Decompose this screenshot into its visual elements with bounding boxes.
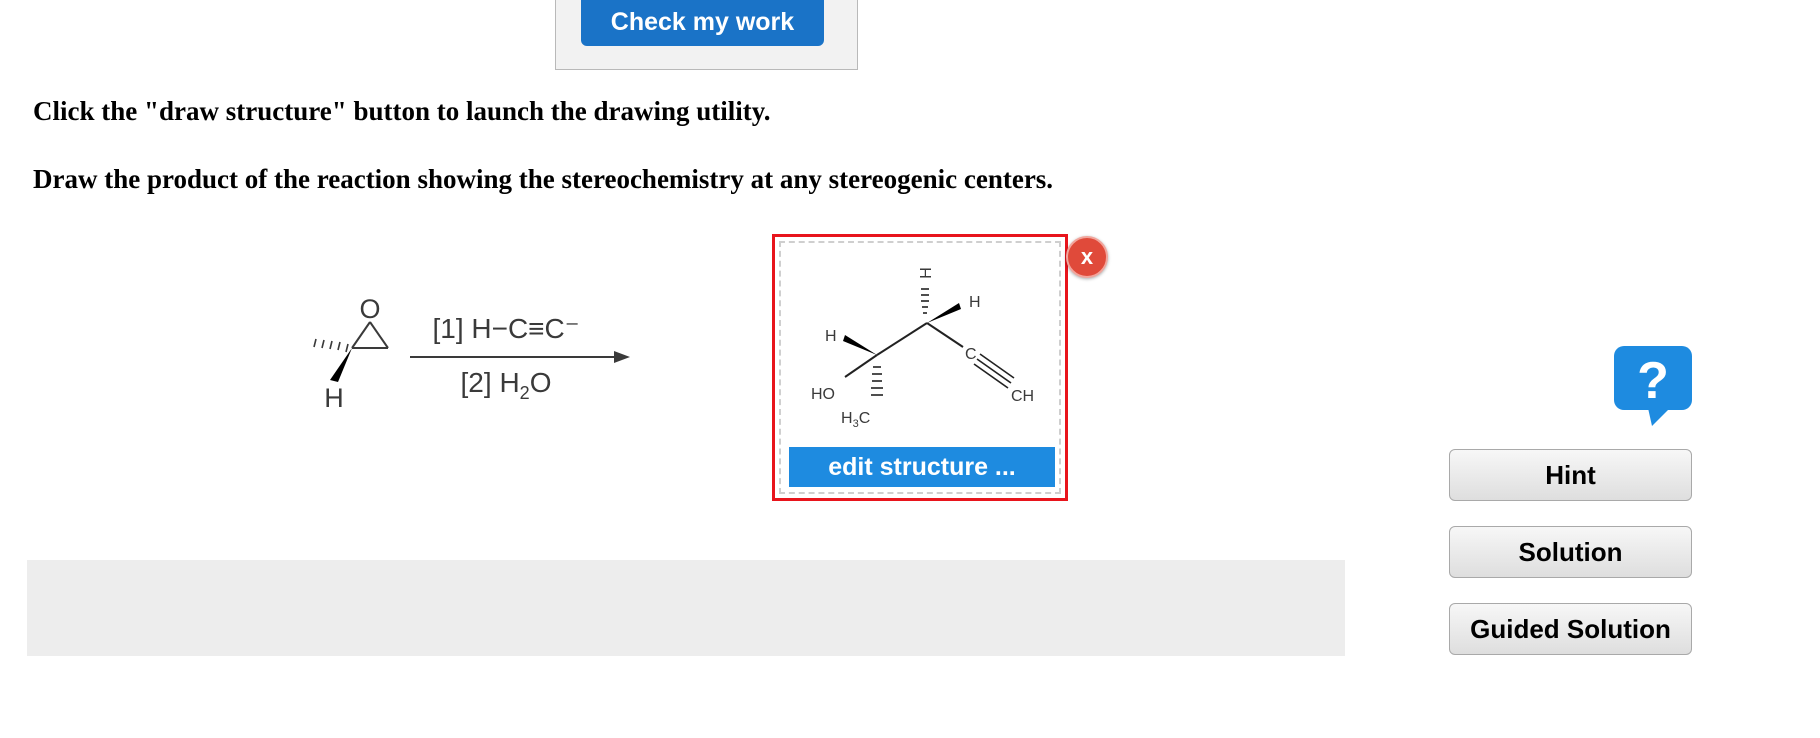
product-h-right: H (969, 294, 981, 311)
svg-text:?: ? (1637, 352, 1669, 410)
product-c-label: C (965, 346, 977, 363)
question-icon[interactable]: ? (1612, 344, 1694, 428)
feedback-panel (27, 560, 1345, 656)
product-ho-label: HO (811, 386, 835, 403)
epoxide-hydrogen-label: H (324, 383, 344, 413)
check-my-work-button[interactable]: Check my work (581, 0, 824, 46)
reaction-arrow-head (614, 351, 630, 363)
answer-structure-box[interactable]: H H C CH H HO H3C edit structure ... (772, 234, 1068, 501)
product-ch-label: CH (1011, 388, 1034, 405)
check-work-frame: Check my work (555, 0, 858, 70)
reagent-step-2: [2] H2O (461, 367, 552, 403)
guided-solution-button[interactable]: Guided Solution (1449, 603, 1692, 655)
close-answer-icon[interactable]: x (1066, 236, 1108, 278)
solution-button[interactable]: Solution (1449, 526, 1692, 578)
product-structure: H H C CH H HO H3C (811, 267, 1034, 430)
product-h-top: H (918, 267, 935, 279)
instruction-draw-button: Click the "draw structure" button to lau… (33, 96, 771, 126)
product-h-left: H (825, 328, 837, 345)
product-methyl-label: H3C (841, 410, 870, 430)
reagent-step-1: [1] H−C≡C⁻ (432, 313, 579, 344)
instruction-draw-product: Draw the product of the reaction showing… (33, 164, 1054, 194)
hint-button[interactable]: Hint (1449, 449, 1692, 501)
edit-structure-button[interactable]: edit structure ... (789, 447, 1055, 487)
reaction-scheme: O H [1] H−C≡C⁻ [2] H2O (313, 294, 630, 413)
epoxide-structure (313, 321, 389, 382)
epoxide-oxygen-label: O (359, 294, 380, 324)
